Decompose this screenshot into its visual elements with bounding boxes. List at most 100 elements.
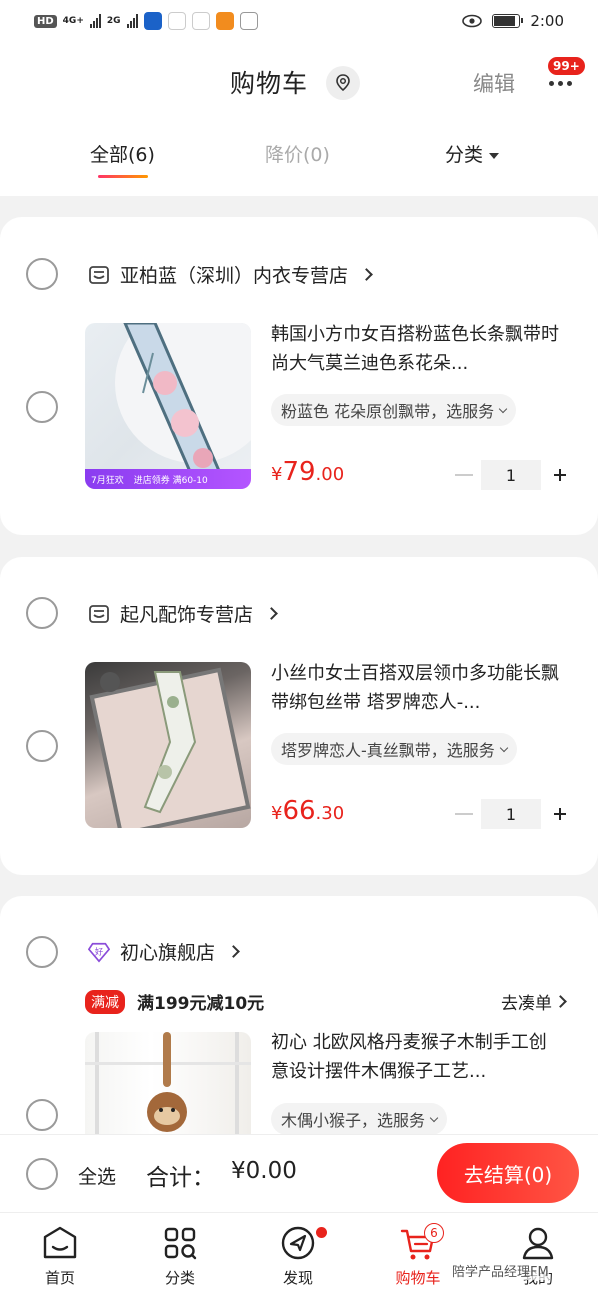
chevron-right-icon xyxy=(265,607,278,620)
decrease-button[interactable] xyxy=(455,813,473,815)
app-notification-icon xyxy=(191,12,210,30)
quantity-stepper: 1 xyxy=(455,460,575,490)
store-header[interactable]: 好 初心旗舰店 xyxy=(88,938,240,965)
active-tab-indicator xyxy=(98,175,148,178)
product-image[interactable]: 7月狂欢 进店领券 满60-10 xyxy=(85,323,251,489)
tab-home[interactable]: 首页 xyxy=(20,1223,100,1288)
store-badge-icon: 好 xyxy=(88,941,110,963)
item-select-radio[interactable] xyxy=(26,1099,58,1131)
product-title[interactable]: 小丝巾女士百搭双层领巾多功能长飘带绑包丝带 塔罗牌恋人-... xyxy=(271,659,561,717)
tab-discover-label: 发现 xyxy=(282,1269,313,1287)
map-notification-icon xyxy=(167,12,186,30)
promo-tag: 满减 xyxy=(85,989,125,1014)
store-select-radio[interactable] xyxy=(26,597,58,629)
total-label: 合计： xyxy=(146,1165,215,1191)
store-icon xyxy=(88,264,110,286)
item-select-radio[interactable] xyxy=(26,391,58,423)
checkout-button[interactable]: 去结算(0) xyxy=(437,1143,579,1203)
svg-text:好: 好 xyxy=(95,946,103,956)
add-more-label: 去凑单 xyxy=(501,994,552,1014)
status-bar: HD 4G+ 2G 2:00 xyxy=(0,0,598,42)
promo-text: 满199元减10元 xyxy=(137,994,265,1014)
add-more-link[interactable]: 去凑单 xyxy=(501,989,567,1014)
home-icon xyxy=(43,1226,77,1259)
increase-button[interactable] xyxy=(545,799,575,829)
sku-label: 粉蓝色 花朵原创飘带，选服务 xyxy=(281,402,495,421)
checkout-summary-bar: 全选 合计： ¥0.00 去结算(0) xyxy=(0,1134,598,1212)
promo-banner-title: 7月狂欢 xyxy=(91,475,124,486)
scarf-illustration xyxy=(115,323,251,485)
tab-discover[interactable]: 发现 xyxy=(258,1223,338,1288)
chevron-right-icon xyxy=(227,945,240,958)
tab-home-label: 首页 xyxy=(44,1269,75,1287)
signal-icon xyxy=(89,14,101,28)
network-type-1: 4G+ xyxy=(62,15,84,26)
eye-comfort-icon xyxy=(462,14,483,28)
signal-icon xyxy=(126,14,138,28)
store-card: 起凡配饰专营店 小丝巾女士百搭双层领巾多功能长飘带绑包丝带 塔罗牌恋人-... … xyxy=(0,557,598,875)
product-image[interactable] xyxy=(85,662,251,828)
caret-down-icon xyxy=(489,152,500,159)
select-all-label[interactable]: 全选 xyxy=(78,1162,116,1189)
edit-button[interactable]: 编辑 xyxy=(473,68,515,98)
sku-selector[interactable]: 粉蓝色 花朵原创飘带，选服务 xyxy=(271,394,517,426)
product-title[interactable]: 韩国小方巾女百搭粉蓝色长条飘带时尚大气莫兰迪色系花朵... xyxy=(271,320,561,378)
chevron-down-icon xyxy=(499,743,509,752)
app-notification-icon xyxy=(239,12,258,30)
chevron-right-icon xyxy=(554,995,567,1008)
product-price: ¥66.30 xyxy=(271,796,345,826)
tab-cart[interactable]: 6 购物车 xyxy=(378,1223,458,1288)
category-icon xyxy=(164,1227,197,1260)
quantity-field[interactable]: 1 xyxy=(481,460,541,490)
scarf-illustration xyxy=(89,667,251,828)
decrease-button[interactable] xyxy=(455,474,473,476)
tab-category[interactable]: 分类 xyxy=(445,140,500,167)
chevron-down-icon xyxy=(429,1113,439,1122)
chevron-down-icon xyxy=(498,404,508,413)
store-card: 好 初心旗舰店 满减 满199元减10元 去凑单 初心 北欧风格丹麦猴子木制手工… xyxy=(0,896,598,1156)
store-name: 起凡配饰专营店 xyxy=(120,604,254,626)
promo-banner: 7月狂欢 进店领券 满60-10 xyxy=(85,469,251,489)
cart-count-badge: 6 xyxy=(424,1223,444,1243)
app-notification-icon xyxy=(143,12,162,30)
promo-banner-text: 进店领券 满60-10 xyxy=(133,475,208,486)
tab-all[interactable]: 全部(6) xyxy=(90,140,155,167)
header: 购物车 编辑 99+ xyxy=(0,42,598,122)
chevron-right-icon xyxy=(360,268,373,281)
clock: 2:00 xyxy=(530,12,564,30)
increase-button[interactable] xyxy=(545,460,575,490)
quantity-stepper: 1 xyxy=(455,799,575,829)
quantity-field[interactable]: 1 xyxy=(481,799,541,829)
network-type-2: 2G xyxy=(106,15,121,26)
store-select-radio[interactable] xyxy=(26,936,58,968)
sku-selector[interactable]: 塔罗牌恋人-真丝飘带，选服务 xyxy=(271,733,517,765)
hd-indicator: HD xyxy=(34,14,57,28)
tab-price-drop[interactable]: 降价(0) xyxy=(265,140,330,167)
promo-row: 满减 满199元减10元 去凑单 xyxy=(85,989,567,1014)
page-title: 购物车 xyxy=(230,69,309,98)
store-name: 初心旗舰店 xyxy=(120,942,216,964)
store-name: 亚柏蓝（深圳）内衣专营店 xyxy=(120,265,349,287)
tab-category-label: 分类 xyxy=(445,144,484,166)
watermark: 陪学产品经理FM xyxy=(452,1261,549,1280)
discover-icon xyxy=(281,1226,315,1260)
sku-selector[interactable]: 木偶小猴子，选服务 xyxy=(271,1103,448,1135)
app-notification-icon xyxy=(215,12,234,30)
bottom-tab-bar: 首页 分类 发现 6 购物车 我的 陪学产品经理FM xyxy=(0,1212,598,1296)
store-icon xyxy=(88,603,110,625)
select-all-radio[interactable] xyxy=(26,1158,58,1190)
item-select-radio[interactable] xyxy=(26,730,58,762)
profile-icon xyxy=(522,1227,554,1260)
store-header[interactable]: 亚柏蓝（深圳）内衣专营店 xyxy=(88,261,373,288)
store-select-radio[interactable] xyxy=(26,258,58,290)
notification-dot xyxy=(316,1227,327,1238)
location-icon[interactable] xyxy=(326,66,360,100)
sku-label: 木偶小猴子，选服务 xyxy=(281,1111,426,1130)
tab-category[interactable]: 分类 xyxy=(140,1223,220,1288)
tab-category-label: 分类 xyxy=(164,1269,195,1287)
store-card: 亚柏蓝（深圳）内衣专营店 7月狂欢 进店领券 满60-10 韩国小方巾女百搭粉蓝色… xyxy=(0,217,598,535)
product-title[interactable]: 初心 北欧风格丹麦猴子木制手工创意设计摆件木偶猴子工艺... xyxy=(271,1028,561,1086)
message-count-badge: 99+ xyxy=(547,56,586,76)
filter-tabs: 全部(6) 降价(0) 分类 xyxy=(0,122,598,196)
store-header[interactable]: 起凡配饰专营店 xyxy=(88,600,278,627)
